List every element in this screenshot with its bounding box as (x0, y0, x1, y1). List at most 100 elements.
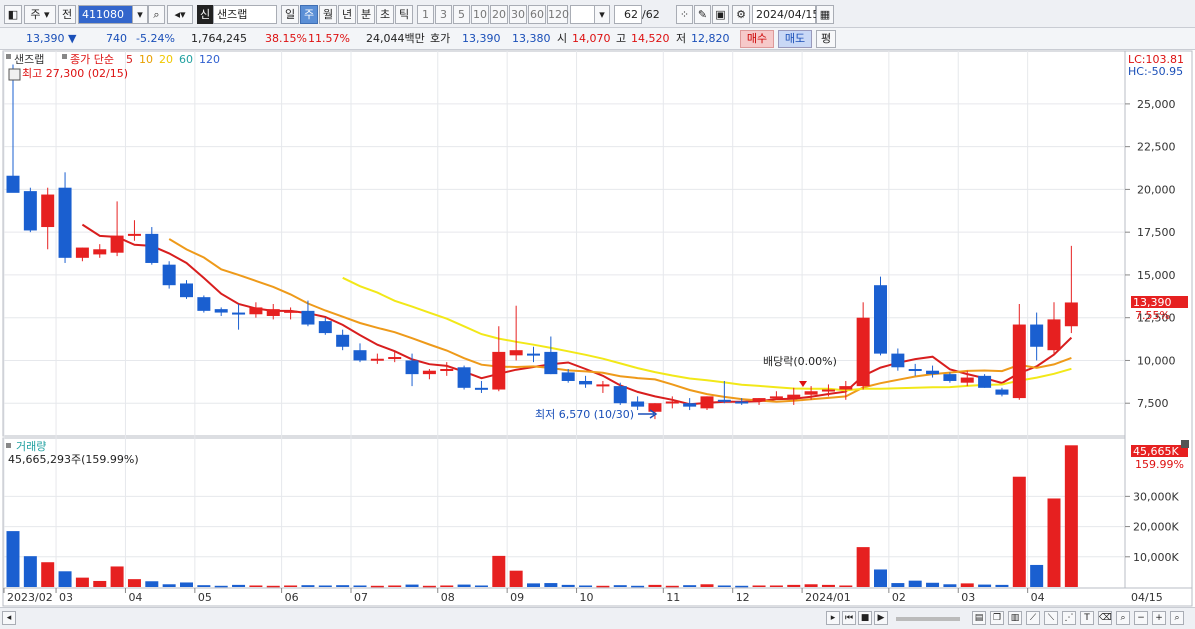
play-icon[interactable]: ▶ (874, 611, 888, 625)
interval-tab-1[interactable]: 1 (417, 5, 434, 24)
draw-tool-icon[interactable]: ✎ (694, 5, 711, 24)
period-tab-1[interactable]: 주 (300, 5, 318, 24)
volume-bar (821, 584, 835, 587)
date-input[interactable]: 2024/04/15 (752, 5, 819, 24)
stock-code-input[interactable]: 411080 (78, 5, 138, 24)
display-count-input[interactable]: 62 (614, 5, 642, 24)
volume-bar (613, 585, 627, 587)
fibo-icon[interactable]: ⋰ (1062, 611, 1076, 625)
zoom-in-icon[interactable]: + (1152, 611, 1166, 625)
volume-bar (214, 585, 228, 588)
open-price: 14,070 (572, 32, 611, 45)
volume-bar (891, 583, 905, 587)
code-dropdown-icon[interactable]: ▾ (132, 5, 148, 24)
panel-handle-icon[interactable] (6, 54, 11, 59)
window-icon[interactable]: ❐ (990, 611, 1004, 625)
volume-bar (978, 584, 992, 587)
candle-body (752, 398, 766, 402)
ma-legend-10[interactable]: 10 (139, 53, 153, 66)
candle-body (717, 399, 731, 402)
market-selector[interactable]: 주 ▾ (24, 5, 56, 24)
gear-icon[interactable]: ⚙ (732, 5, 750, 24)
volume-bar (1012, 476, 1026, 587)
volume-bar (93, 580, 107, 587)
interval-tab-20[interactable]: 20 (490, 5, 508, 24)
last-price-tag: 13,390 (1133, 296, 1172, 309)
candle-body (266, 309, 280, 316)
interval-tab-30[interactable]: 30 (509, 5, 527, 24)
scroll-left-icon[interactable]: ◂ (2, 611, 16, 625)
save-icon[interactable]: ▣ (712, 5, 729, 24)
period-tab-0[interactable]: 일 (281, 5, 299, 24)
crosshair-icon[interactable]: ⁘ (676, 5, 693, 24)
scroll-right-icon[interactable]: ▸ (826, 611, 840, 625)
volume-bar (388, 585, 402, 587)
candle-body (180, 283, 193, 298)
new-listing-badge: 신 (197, 5, 213, 24)
period-tab-4[interactable]: 분 (357, 5, 375, 24)
scroll-start-icon[interactable]: ⏮ (842, 611, 856, 625)
trend-icon[interactable]: ⟍ (1044, 611, 1058, 625)
buy-button[interactable]: 매수 (740, 30, 774, 48)
candle-body (978, 375, 992, 388)
interval-dropdown-icon[interactable]: ▾ (594, 5, 610, 24)
candle-body (214, 309, 228, 313)
eraser-icon[interactable]: ⌫ (1098, 611, 1112, 625)
period-tab-2[interactable]: 월 (319, 5, 337, 24)
candle-body (75, 247, 89, 258)
max-note-icon[interactable] (8, 68, 21, 81)
zoom-icon[interactable]: ⌕ (1116, 611, 1130, 625)
date-tick-label: 11 (666, 591, 680, 604)
interval-tab-120[interactable]: 120 (547, 5, 569, 24)
date-tick-label-current: 04/15 (1131, 591, 1163, 604)
candle-body (318, 321, 332, 334)
ma-legend-60[interactable]: 60 (179, 53, 193, 66)
search-icon[interactable]: ⌕ (148, 5, 165, 24)
candle-body (405, 360, 419, 375)
ma-legend-5[interactable]: 5 (126, 53, 133, 66)
period-tab-5[interactable]: 초 (376, 5, 394, 24)
prefix-button[interactable]: 전 (58, 5, 76, 24)
interval-tab-60[interactable]: 60 (528, 5, 546, 24)
volume-bar (665, 585, 679, 588)
interval-tab-5[interactable]: 5 (453, 5, 470, 24)
draw-line-icon[interactable]: ⟋ (1026, 611, 1040, 625)
volume-handle-icon[interactable] (6, 443, 11, 448)
candle-body (127, 233, 141, 236)
stop-icon[interactable]: ■ (858, 611, 872, 625)
indicator-handle-icon[interactable] (62, 54, 67, 59)
stock-chart[interactable]: 7,50010,00012,50015,00017,50020,00022,50… (0, 50, 1195, 607)
ma-legend-120[interactable]: 120 (199, 53, 220, 66)
speaker-icon[interactable]: ◂▾ (167, 5, 193, 24)
evaluation-button[interactable]: 평 (816, 30, 836, 48)
volume-bar (631, 585, 645, 588)
interval-tab-10[interactable]: 10 (471, 5, 489, 24)
period-tab-6[interactable]: 틱 (395, 5, 413, 24)
candle-body (301, 310, 315, 325)
candle-body (995, 389, 1009, 395)
zoom-slider[interactable] (896, 617, 960, 621)
interval-tab-3[interactable]: 3 (435, 5, 452, 24)
zoom-reset-icon[interactable]: ⌕ (1170, 611, 1184, 625)
text-tool-icon[interactable]: T (1080, 611, 1094, 625)
chart-scrollbar[interactable]: ◂ ▸ ⏮ ■ ▶ ▤ ❐ ▥ ⟋ ⟍ ⋰ T ⌫ ⌕ − + ⌕ (0, 607, 1195, 629)
volume-bar (856, 547, 870, 587)
volume-bar (1064, 445, 1078, 587)
calendar-icon[interactable]: ▦ (816, 5, 834, 24)
volume-bar (544, 583, 558, 587)
price-panel-name: 샌즈랩 (14, 53, 44, 66)
candle-body (492, 351, 506, 390)
panel-close-icon[interactable] (1181, 440, 1189, 448)
ma-legend-20[interactable]: 20 (159, 53, 173, 66)
period-tab-3[interactable]: 년 (338, 5, 356, 24)
zoom-out-icon[interactable]: − (1134, 611, 1148, 625)
split-icon[interactable]: ▥ (1008, 611, 1022, 625)
candle-body (596, 384, 610, 387)
volume-bar (995, 584, 1009, 587)
volume-bar (717, 585, 731, 587)
chart-menu-icon[interactable]: ◧ (4, 5, 22, 24)
sell-button[interactable]: 매도 (778, 30, 812, 48)
date-tick-label: 03 (961, 591, 975, 604)
layout-icon[interactable]: ▤ (972, 611, 986, 625)
stock-name-field[interactable]: 샌즈랩 (213, 5, 277, 24)
